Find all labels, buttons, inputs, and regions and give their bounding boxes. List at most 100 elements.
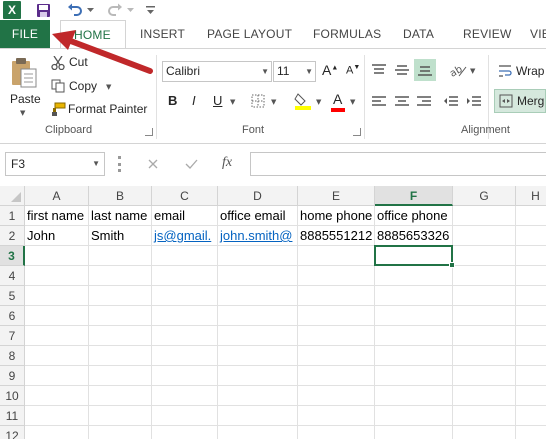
row-header-2[interactable]: 2 — [0, 226, 25, 246]
cell-f1[interactable]: office phone — [375, 206, 453, 226]
cell-b12[interactable] — [89, 426, 152, 439]
cell-g5[interactable] — [453, 286, 516, 306]
cell-h7[interactable] — [516, 326, 546, 346]
grow-font-button[interactable]: A▲ — [322, 62, 338, 78]
cell-g3[interactable] — [453, 246, 516, 266]
cell-a8[interactable] — [25, 346, 89, 366]
align-right-icon[interactable] — [415, 93, 433, 111]
cell-g11[interactable] — [453, 406, 516, 426]
save-icon[interactable] — [34, 1, 52, 19]
font-launcher-icon[interactable] — [353, 128, 361, 136]
cell-b4[interactable] — [89, 266, 152, 286]
cell-c11[interactable] — [152, 406, 218, 426]
cell-d9[interactable] — [218, 366, 298, 386]
cell-f9[interactable] — [375, 366, 453, 386]
cell-d12[interactable] — [218, 426, 298, 439]
fill-color-icon[interactable] — [294, 91, 312, 111]
borders-icon[interactable] — [250, 93, 266, 109]
cell-e5[interactable] — [298, 286, 375, 306]
row-header-11[interactable]: 11 — [0, 406, 25, 426]
tab-page-layout[interactable]: PAGE LAYOUT — [207, 20, 292, 48]
cell-b8[interactable] — [89, 346, 152, 366]
cell-h10[interactable] — [516, 386, 546, 406]
row-header-5[interactable]: 5 — [0, 286, 25, 306]
cell-e12[interactable] — [298, 426, 375, 439]
cell-a9[interactable] — [25, 366, 89, 386]
tab-view[interactable]: VIE — [530, 20, 546, 48]
cell-e9[interactable] — [298, 366, 375, 386]
cell-a10[interactable] — [25, 386, 89, 406]
wrap-text-icon[interactable] — [497, 63, 513, 79]
cell-b1[interactable]: last name — [89, 206, 152, 226]
cell-c5[interactable] — [152, 286, 218, 306]
formula-input[interactable] — [250, 152, 546, 176]
cell-h3[interactable] — [516, 246, 546, 266]
bottom-align-icon[interactable] — [414, 59, 436, 81]
cell-a1[interactable]: first name — [25, 206, 89, 226]
cell-b5[interactable] — [89, 286, 152, 306]
tab-formulas[interactable]: FORMULAS — [313, 20, 381, 48]
cell-h2[interactable] — [516, 226, 546, 246]
insert-function-button[interactable]: fx — [222, 155, 232, 171]
cell-c3[interactable] — [152, 246, 218, 266]
merge-center-button[interactable]: Merg — [494, 89, 546, 113]
column-header-c[interactable]: C — [152, 186, 218, 206]
undo-dropdown-icon[interactable] — [86, 1, 94, 19]
redo-dropdown-icon[interactable] — [126, 1, 134, 19]
tab-insert[interactable]: INSERT — [140, 20, 185, 48]
italic-button[interactable]: I — [192, 93, 196, 108]
cell-h1[interactable] — [516, 206, 546, 226]
cell-d10[interactable] — [218, 386, 298, 406]
cell-g12[interactable] — [453, 426, 516, 439]
font-color-button[interactable]: A — [333, 91, 342, 107]
cell-h8[interactable] — [516, 346, 546, 366]
cell-a7[interactable] — [25, 326, 89, 346]
cell-h5[interactable] — [516, 286, 546, 306]
redo-icon[interactable] — [106, 1, 124, 19]
cell-b2[interactable]: Smith — [89, 226, 152, 246]
align-center-icon[interactable] — [393, 93, 411, 111]
cell-b6[interactable] — [89, 306, 152, 326]
wrap-text-button[interactable]: Wrap — [516, 64, 544, 78]
cell-c12[interactable] — [152, 426, 218, 439]
middle-align-icon[interactable] — [393, 61, 411, 79]
clipboard-launcher-icon[interactable] — [145, 128, 153, 136]
cell-e8[interactable] — [298, 346, 375, 366]
align-left-icon[interactable] — [370, 93, 388, 111]
cell-h6[interactable] — [516, 306, 546, 326]
tab-data[interactable]: DATA — [403, 20, 434, 48]
copy-button[interactable]: Copy — [69, 79, 97, 93]
cell-c7[interactable] — [152, 326, 218, 346]
tab-review[interactable]: REVIEW — [463, 20, 512, 48]
cell-c9[interactable] — [152, 366, 218, 386]
cell-f5[interactable] — [375, 286, 453, 306]
cell-c8[interactable] — [152, 346, 218, 366]
cell-g10[interactable] — [453, 386, 516, 406]
cell-g7[interactable] — [453, 326, 516, 346]
cell-h9[interactable] — [516, 366, 546, 386]
resize-handle-icon[interactable] — [118, 156, 121, 172]
select-all-corner[interactable] — [0, 186, 25, 206]
paste-dropdown-icon[interactable]: ▼ — [20, 109, 25, 117]
cell-b11[interactable] — [89, 406, 152, 426]
column-header-h[interactable]: H — [516, 186, 546, 206]
cell-f6[interactable] — [375, 306, 453, 326]
cell-g9[interactable] — [453, 366, 516, 386]
cell-d11[interactable] — [218, 406, 298, 426]
cell-e10[interactable] — [298, 386, 375, 406]
cell-d5[interactable] — [218, 286, 298, 306]
cell-e1[interactable]: home phone — [298, 206, 375, 226]
cell-h12[interactable] — [516, 426, 546, 439]
cell-b9[interactable] — [89, 366, 152, 386]
font-name-select[interactable]: Calibri ▼ — [162, 61, 272, 82]
format-painter-button[interactable]: Format Painter — [68, 102, 147, 116]
underline-button[interactable]: U — [213, 93, 222, 108]
column-header-g[interactable]: G — [453, 186, 516, 206]
cell-e4[interactable] — [298, 266, 375, 286]
cell-c1[interactable]: email — [152, 206, 218, 226]
cell-d4[interactable] — [218, 266, 298, 286]
cell-f12[interactable] — [375, 426, 453, 439]
cell-e7[interactable] — [298, 326, 375, 346]
paste-button[interactable]: Paste — [10, 92, 41, 106]
cell-d6[interactable] — [218, 306, 298, 326]
